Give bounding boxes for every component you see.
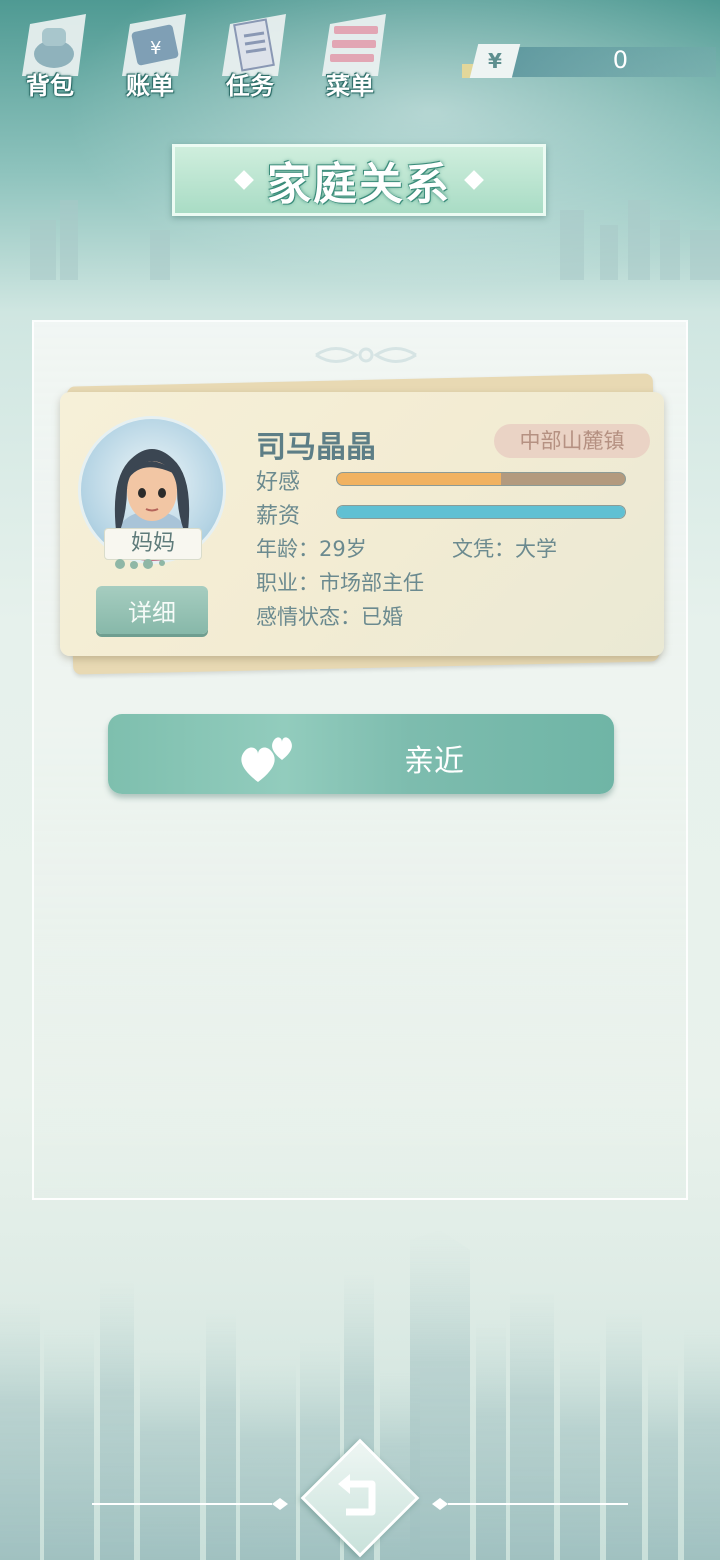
salary-label: 薪资: [256, 504, 301, 529]
yen-icon: ¥: [469, 44, 521, 78]
diamond-icon: [464, 170, 484, 190]
education-text: 文凭：大学: [452, 537, 557, 561]
character-name: 司马晶晶: [256, 430, 376, 465]
toolbar-backpack-label: 背包: [26, 72, 74, 100]
toolbar-bill-button[interactable]: ¥ 账单: [102, 8, 198, 104]
location-badge: 中部山麓镇: [494, 424, 650, 458]
toolbar-bill-label: 账单: [126, 72, 174, 100]
flourish-ornament-icon: [315, 347, 417, 363]
toolbar-menu-label: 菜单: [326, 72, 374, 100]
age-text: 年龄：29岁: [256, 537, 367, 561]
toolbar-task-button[interactable]: 任务: [202, 8, 298, 104]
title-banner: 家庭关系: [172, 144, 546, 216]
divider-left: [92, 1498, 288, 1510]
salary-bar-fill: [337, 506, 625, 518]
character-card: 妈妈 详细 司马晶晶 中部山麓镇 好感 薪资 年龄：29岁 文凭：大学 职业：市…: [60, 392, 664, 656]
svg-text:¥: ¥: [150, 38, 161, 59]
page-title: 家庭关系: [267, 159, 451, 210]
approach-label: 亲近: [404, 744, 464, 779]
favor-label: 好感: [256, 470, 301, 495]
favor-bar-fill: [337, 473, 502, 485]
toolbar-backpack-button[interactable]: 背包: [2, 8, 98, 104]
currency-bar: [502, 47, 716, 77]
occupation-text: 职业：市场部主任: [256, 571, 424, 595]
back-arrow-icon: [338, 1474, 376, 1516]
salary-bar: [336, 505, 626, 519]
approach-button[interactable]: 亲近: [108, 714, 614, 794]
detail-button[interactable]: 详细: [96, 586, 208, 634]
favor-bar: [336, 472, 626, 486]
hearts-icon: [241, 737, 292, 782]
currency-display: ¥ 0: [462, 44, 718, 80]
diamond-icon: [234, 170, 254, 190]
leaf-decoration-icon: [115, 559, 165, 569]
toolbar-menu-button[interactable]: 菜单: [302, 8, 398, 104]
divider-right: [432, 1498, 628, 1510]
marital-status-text: 感情状态：已婚: [256, 605, 403, 629]
currency-amount: 0: [612, 46, 628, 74]
toolbar-task-label: 任务: [226, 72, 274, 100]
